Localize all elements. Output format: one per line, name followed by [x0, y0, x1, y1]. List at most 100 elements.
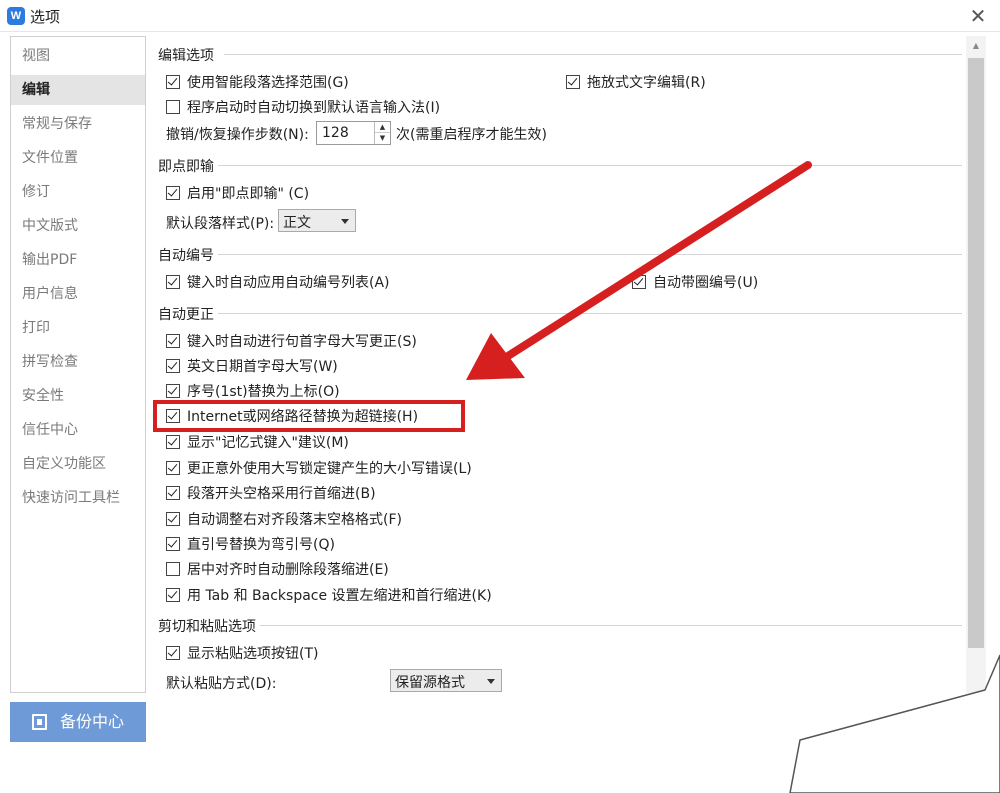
dropdown-arrow-icon — [487, 679, 495, 684]
smart-paragraph-checkbox[interactable]: 使用智能段落选择范围(G) — [166, 72, 349, 92]
checkbox-checked[interactable] — [632, 275, 646, 289]
wps-app-icon: W — [7, 7, 25, 25]
section-title-paste-options: 剪切和粘贴选项 — [158, 619, 256, 635]
auto-correct-item[interactable]: 居中对齐时自动删除段落缩进(E) — [166, 559, 389, 579]
checkbox-checked[interactable] — [166, 409, 180, 423]
default-style-label: 默认段落样式(P): — [166, 216, 275, 232]
checkbox-checked[interactable] — [166, 384, 180, 398]
auto-correct-item[interactable]: 用 Tab 和 Backspace 设置左缩进和首行缩进(K) — [166, 585, 492, 605]
sidebar-item-file-location[interactable]: 文件位置 — [11, 143, 145, 173]
checkbox-label: Internet或网络路径替换为超链接(H) — [187, 409, 419, 425]
section-title-auto-number: 自动编号 — [158, 248, 214, 264]
backup-icon — [32, 714, 47, 730]
content-scrollbar[interactable]: ▲ — [966, 36, 986, 693]
default-paste-value: 保留源格式 — [395, 675, 465, 691]
checkbox-label: 用 Tab 和 Backspace 设置左缩进和首行缩进(K) — [187, 588, 492, 604]
show-paste-button-checkbox[interactable]: 显示粘贴选项按钮(T) — [166, 643, 318, 663]
sidebar-item-view[interactable]: 视图 — [11, 41, 145, 71]
checkbox-checked[interactable] — [166, 461, 180, 475]
drag-edit-checkbox[interactable]: 拖放式文字编辑(R) — [566, 72, 706, 92]
sidebar-item-spellcheck[interactable]: 拼写检查 — [11, 347, 145, 377]
hyperlink-replace-checkbox[interactable]: Internet或网络路径替换为超链接(H) — [166, 406, 418, 426]
scroll-up-icon[interactable]: ▲ — [966, 36, 986, 56]
undo-steps-label: 撤销/恢复操作步数(N): — [166, 127, 309, 143]
checkbox-checked[interactable] — [166, 359, 180, 373]
checkbox-checked[interactable] — [166, 486, 180, 500]
auto-correct-item[interactable]: 英文日期首字母大写(W) — [166, 356, 338, 376]
checkbox-label: 居中对齐时自动删除段落缩进(E) — [187, 562, 389, 578]
click-and-type-checkbox[interactable]: 启用"即点即输" (C) — [166, 183, 309, 203]
backup-center-button[interactable]: 备份中心 — [10, 702, 146, 742]
checkbox-label: 英文日期首字母大写(W) — [187, 359, 338, 375]
sidebar-item-quick-access[interactable]: 快速访问工具栏 — [11, 483, 145, 513]
auto-correct-item[interactable]: 键入时自动进行句首字母大写更正(S) — [166, 331, 417, 351]
checkbox-label: 序号(1st)替换为上标(O) — [187, 384, 340, 400]
undo-steps-value[interactable]: 128 — [322, 125, 349, 141]
sidebar-item-user-info[interactable]: 用户信息 — [11, 279, 145, 309]
sidebar-item-export-pdf[interactable]: 输出PDF — [11, 245, 145, 275]
dropdown-arrow-icon — [341, 219, 349, 224]
sidebar-item-general-save[interactable]: 常规与保存 — [11, 109, 145, 139]
section-title-click-type: 即点即输 — [158, 159, 214, 175]
auto-ime-checkbox[interactable]: 程序启动时自动切换到默认语言输入法(I) — [166, 97, 440, 117]
auto-correct-item[interactable]: 段落开头空格采用行首缩进(B) — [166, 483, 376, 503]
auto-number-list-checkbox[interactable]: 键入时自动应用自动编号列表(A) — [166, 272, 390, 292]
checkbox-checked[interactable] — [166, 588, 180, 602]
checkbox-label: 程序启动时自动切换到默认语言输入法(I) — [187, 100, 441, 116]
checkbox-checked[interactable] — [166, 75, 180, 89]
close-button[interactable]: ✕ — [964, 3, 992, 29]
checkbox-checked[interactable] — [166, 512, 180, 526]
section-divider — [218, 313, 962, 314]
checkbox-label: 自动带圈编号(U) — [653, 275, 759, 291]
spinner-down-icon[interactable]: ▼ — [375, 133, 390, 144]
checkbox-checked[interactable] — [166, 435, 180, 449]
section-title-edit-options: 编辑选项 — [158, 48, 214, 64]
checkbox-checked[interactable] — [166, 275, 180, 289]
checkbox-label: 显示"记忆式键入"建议(M) — [187, 435, 349, 451]
checkbox-label: 键入时自动进行句首字母大写更正(S) — [187, 334, 417, 350]
checkbox-unchecked[interactable] — [166, 100, 180, 114]
default-paste-label: 默认粘贴方式(D): — [166, 676, 277, 692]
section-divider — [224, 54, 962, 55]
auto-correct-item[interactable]: 更正意外使用大写锁定键产生的大小写错误(L) — [166, 458, 472, 478]
checkbox-checked[interactable] — [166, 334, 180, 348]
auto-correct-item[interactable]: 直引号替换为弯引号(Q) — [166, 534, 335, 554]
spinner-up-icon[interactable]: ▲ — [375, 122, 390, 133]
default-style-select[interactable]: 正文 — [278, 209, 356, 232]
auto-circle-number-checkbox[interactable]: 自动带圈编号(U) — [632, 272, 758, 292]
sidebar-item-security[interactable]: 安全性 — [11, 381, 145, 411]
checkbox-label: 自动调整右对齐段落末空格格式(F) — [187, 512, 402, 528]
sidebar-item-revision[interactable]: 修订 — [11, 177, 145, 207]
checkbox-label: 拖放式文字编辑(R) — [587, 75, 706, 91]
sidebar-item-trust-center[interactable]: 信任中心 — [11, 415, 145, 445]
checkbox-label: 段落开头空格采用行首缩进(B) — [187, 486, 376, 502]
title-bar: W 选项 ✕ — [0, 0, 1000, 32]
sidebar-item-chinese-layout[interactable]: 中文版式 — [11, 211, 145, 241]
checkbox-checked[interactable] — [566, 75, 580, 89]
section-divider — [218, 254, 962, 255]
sidebar-item-edit[interactable]: 编辑 — [11, 75, 145, 105]
default-style-value: 正文 — [283, 215, 311, 231]
checkbox-unchecked[interactable] — [166, 562, 180, 576]
sidebar-item-print[interactable]: 打印 — [11, 313, 145, 343]
sidebar-item-customize-ribbon[interactable]: 自定义功能区 — [11, 449, 145, 479]
checkbox-label: 键入时自动应用自动编号列表(A) — [187, 275, 390, 291]
checkbox-checked[interactable] — [166, 537, 180, 551]
spinner-buttons: ▲ ▼ — [374, 122, 390, 144]
edit-options-panel: 编辑选项 使用智能段落选择范围(G) 拖放式文字编辑(R) 程序启动时自动切换到… — [150, 36, 966, 693]
section-divider — [218, 165, 962, 166]
auto-correct-item[interactable]: 显示"记忆式键入"建议(M) — [166, 432, 349, 452]
default-paste-select[interactable]: 保留源格式 — [390, 669, 502, 692]
scrollbar-thumb[interactable] — [968, 58, 984, 648]
checkbox-label: 显示粘贴选项按钮(T) — [187, 646, 319, 662]
checkbox-checked[interactable] — [166, 646, 180, 660]
window-title: 选项 — [30, 8, 61, 26]
backup-center-label: 备份中心 — [60, 712, 125, 731]
section-title-auto-correct: 自动更正 — [158, 307, 214, 323]
auto-correct-item[interactable]: 序号(1st)替换为上标(O) — [166, 381, 340, 401]
checkbox-checked[interactable] — [166, 186, 180, 200]
undo-steps-spinner[interactable]: 128 ▲ ▼ — [316, 121, 391, 145]
undo-steps-note: 次(需重启程序才能生效) — [396, 127, 547, 143]
checkbox-label: 启用"即点即输" (C) — [187, 186, 310, 202]
auto-correct-item[interactable]: 自动调整右对齐段落末空格格式(F) — [166, 509, 402, 529]
